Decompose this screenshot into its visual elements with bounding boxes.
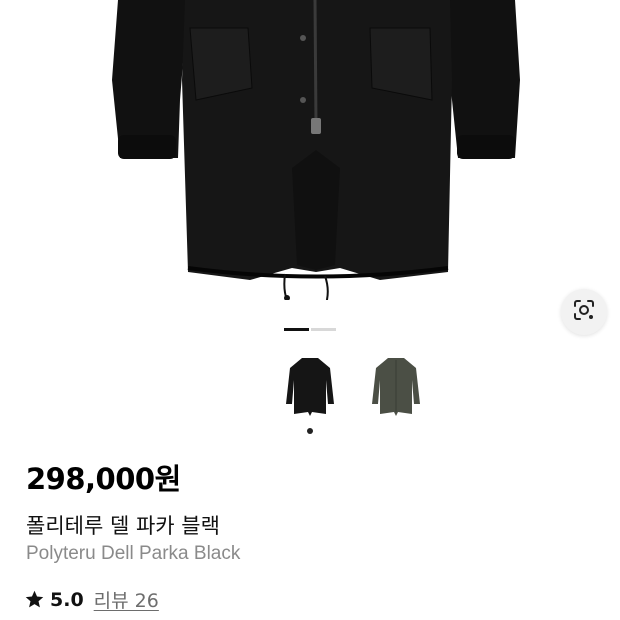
rating-score: 5.0 (50, 588, 84, 611)
selected-thumbnail-dot (307, 428, 313, 434)
product-name-english: Polyteru Dell Parka Black (26, 543, 241, 564)
image-search-button[interactable] (561, 289, 607, 335)
thumbnail-parka-black (286, 358, 334, 416)
reviews-link[interactable]: 리뷰 26 (94, 586, 159, 613)
product-price: 298,000원 (26, 462, 181, 496)
camera-lens-icon (573, 299, 595, 325)
thumbnail-olive[interactable] (366, 352, 426, 422)
pager-indicator-active[interactable] (284, 328, 309, 331)
thumbnail-parka-olive (372, 358, 420, 416)
product-name-korean: 폴리테루 델 파카 블랙 (26, 514, 220, 538)
thumbnail-black[interactable] (280, 352, 340, 422)
star-icon (24, 589, 45, 610)
image-pager (284, 328, 336, 331)
thumbnail-strip (280, 352, 426, 422)
parka-image (112, 0, 520, 300)
rating-row: 5.0 리뷰 26 (24, 586, 159, 613)
pager-indicator[interactable] (311, 328, 336, 331)
product-hero-image[interactable] (0, 0, 620, 300)
